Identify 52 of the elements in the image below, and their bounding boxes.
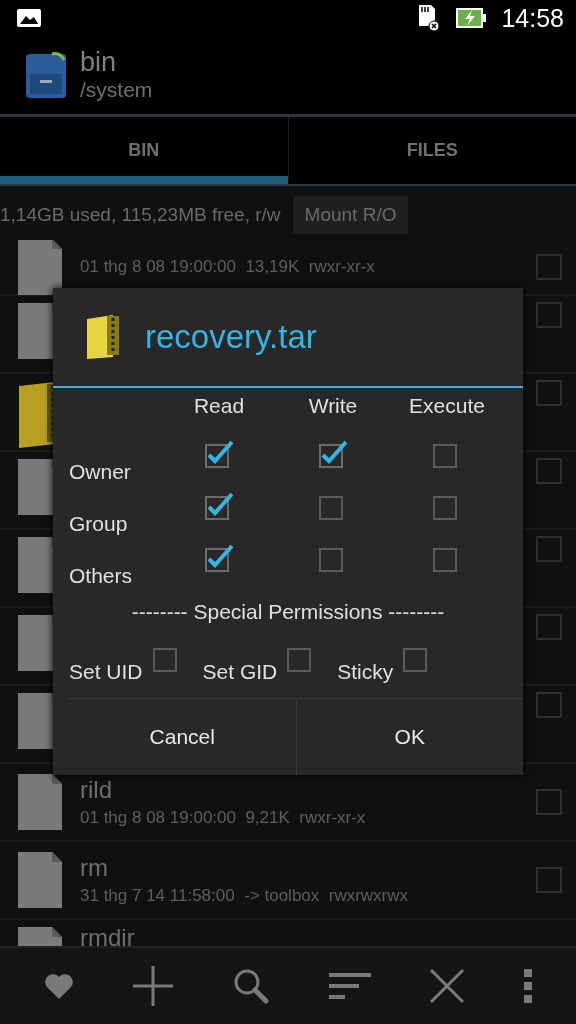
plus-icon[interactable] — [133, 966, 174, 1006]
folder-path: /system — [80, 77, 153, 103]
file-name: rmdir — [80, 924, 136, 951]
overflow-menu-icon[interactable] — [524, 969, 533, 1003]
dialog-button[interactable]: OK — [295, 699, 523, 775]
row-label: Others — [69, 564, 134, 588]
row-checkbox[interactable] — [536, 867, 562, 893]
file-details: 01 thg 8 08 19:00:00 9,21K rwxr-xr-x — [80, 808, 367, 828]
checkbox[interactable] — [317, 438, 349, 470]
close-icon[interactable] — [430, 969, 465, 1003]
file-name: rild — [80, 776, 113, 804]
file-details: 01 thg 8 08 19:00:00 13,19K rwxr-xr-x — [80, 257, 376, 277]
tab[interactable]: FILES — [287, 117, 576, 184]
row-checkbox[interactable] — [536, 458, 562, 484]
file-name: rm — [80, 854, 109, 882]
checkbox[interactable] — [203, 542, 235, 574]
gallery-icon — [16, 8, 42, 28]
checkbox-label: Set UID — [69, 659, 143, 684]
column-header: Execute — [408, 394, 486, 418]
row-label: Group — [69, 512, 129, 536]
cabinet-icon — [24, 50, 68, 100]
checkbox-label: Sticky — [337, 659, 394, 684]
checkbox[interactable] — [203, 438, 235, 470]
file-details: 31 thg 7 14 11:58:00 -> toolbox rwxrwxrwx — [80, 886, 410, 906]
file-icon — [17, 773, 63, 831]
search-icon[interactable] — [233, 968, 270, 1004]
column-header: Write — [307, 394, 359, 418]
storage-info: 1,14GB used, 115,23MB free, r/w — [0, 204, 281, 226]
mount-button[interactable]: Mount R/O — [292, 196, 409, 234]
column-header: Read — [192, 394, 246, 418]
sort-icon[interactable] — [328, 972, 371, 1000]
section-heading: -------- Special Permissions -------- — [130, 600, 446, 624]
checkbox[interactable] — [203, 490, 235, 522]
folder-title: bin — [80, 47, 118, 77]
file-icon — [17, 851, 63, 909]
row-label: Owner — [69, 460, 132, 484]
row-checkbox[interactable] — [536, 536, 562, 562]
archive-icon — [85, 313, 121, 361]
checkbox-label: Set GID — [202, 659, 278, 684]
row-checkbox[interactable] — [536, 254, 562, 280]
clock: 14:58 — [501, 3, 564, 33]
file-icon — [17, 240, 63, 296]
battery-charging-icon — [455, 7, 488, 29]
tab[interactable]: BIN — [0, 117, 288, 184]
dialog-title: recovery.tar — [145, 318, 317, 356]
row-checkbox[interactable] — [536, 692, 562, 718]
heart-icon[interactable] — [43, 972, 74, 1000]
row-checkbox[interactable] — [536, 789, 562, 815]
dialog-button[interactable]: Cancel — [69, 699, 296, 775]
row-checkbox[interactable] — [536, 614, 562, 640]
row-checkbox[interactable] — [536, 380, 562, 406]
row-checkbox[interactable] — [536, 302, 562, 328]
